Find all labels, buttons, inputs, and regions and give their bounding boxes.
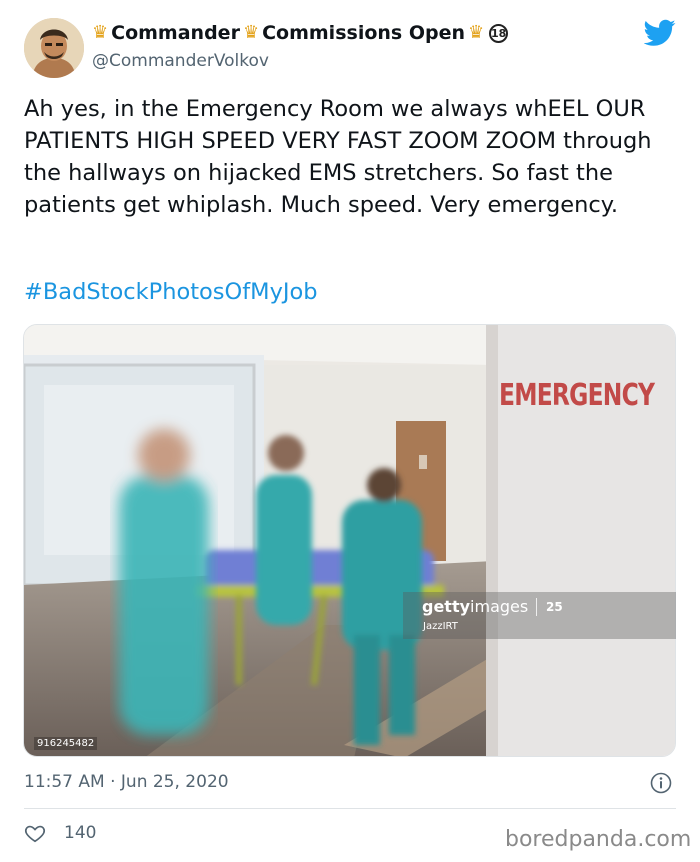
photo-id: 916245482 bbox=[34, 737, 98, 750]
crown-icon: ♛ bbox=[242, 22, 260, 43]
divider bbox=[24, 808, 676, 809]
info-icon[interactable] bbox=[650, 772, 672, 794]
avatar[interactable] bbox=[24, 18, 84, 78]
display-name[interactable]: ♛ Commander ♛ Commissions Open ♛ 18 bbox=[92, 22, 509, 44]
heart-icon[interactable] bbox=[24, 822, 46, 844]
tweet-text: Ah yes, in the Emergency Room we always … bbox=[24, 96, 652, 218]
photographer-credit: JazzIRT bbox=[423, 621, 458, 632]
twitter-bird-icon[interactable] bbox=[644, 19, 676, 47]
getty-years-badge: 25 bbox=[546, 600, 563, 614]
like-count: 140 bbox=[64, 823, 97, 843]
hashtag-link[interactable]: #BadStockPhotosOfMyJob bbox=[24, 279, 318, 305]
user-handle[interactable]: @CommanderVolkov bbox=[92, 51, 269, 71]
age-restriction-badge: 18 bbox=[489, 23, 509, 43]
getty-separator bbox=[536, 598, 537, 616]
emergency-sign-text: EMERGENCY bbox=[499, 378, 655, 413]
tweet-card: ♛ Commander ♛ Commissions Open ♛ 18 @Com… bbox=[0, 0, 700, 862]
crown-icon: ♛ bbox=[92, 22, 109, 43]
getty-images-logo: gettyimages bbox=[422, 597, 529, 616]
site-watermark: boredpanda.com bbox=[505, 827, 692, 852]
display-name-part-2: Commissions Open bbox=[262, 22, 465, 44]
display-name-part-1: Commander bbox=[111, 22, 240, 44]
tweet-timestamp[interactable]: 11:57 AM · Jun 25, 2020 bbox=[24, 772, 229, 792]
crown-icon: ♛ bbox=[468, 22, 485, 43]
